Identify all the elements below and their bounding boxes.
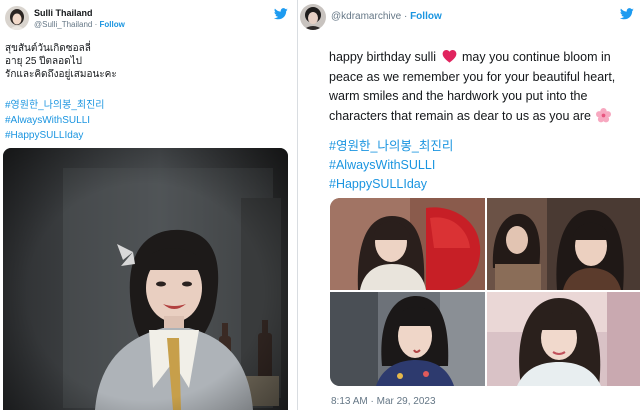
- heart-emoji-icon: [442, 49, 456, 63]
- tweet-time: 8:13 AM: [331, 396, 368, 407]
- tweet-timestamp[interactable]: 8:13 AM · Mar 29, 2023: [331, 396, 436, 407]
- user-handle[interactable]: @Sulli_Thailand: [34, 20, 92, 29]
- user-handle[interactable]: @kdramarchive: [331, 11, 401, 22]
- tweet-card-kdramarchive: @kdramarchive · Follow happy birthday su…: [297, 0, 640, 410]
- separator-dot: ·: [403, 11, 408, 22]
- follow-button[interactable]: Follow: [100, 20, 125, 29]
- twitter-bird-icon[interactable]: [274, 8, 288, 20]
- tweet-header: @kdramarchive · Follow: [300, 4, 442, 30]
- tweet-line: peace as we remember you for your beauti…: [329, 69, 616, 84]
- tweet-card-sulli-thailand: Sulli Thailand @Sulli_Thailand · Follow …: [0, 0, 296, 410]
- tweet-line: happy birthday sulli: [329, 50, 437, 64]
- hashtag-link[interactable]: #HappySULLIday: [329, 175, 453, 194]
- tweet-media-grid: [330, 198, 640, 386]
- follow-button[interactable]: Follow: [410, 11, 442, 22]
- media-photo[interactable]: [330, 292, 485, 386]
- hashtag-list: #영원한_나의봉_최진리 #AlwaysWithSULLI #HappySULL…: [329, 137, 453, 194]
- tweet-line: warm smiles and the hardwork you put int…: [329, 89, 588, 103]
- avatar-sulli-thailand[interactable]: [5, 6, 29, 30]
- tweet-line: อายุ 25 ปีตลอดไป: [5, 56, 83, 67]
- twitter-bird-icon[interactable]: [620, 8, 634, 20]
- media-photo[interactable]: [487, 198, 640, 290]
- hashtag-link[interactable]: #AlwaysWithSULLI: [329, 156, 453, 175]
- cherry-blossom-emoji-icon: [596, 107, 612, 122]
- tweet-photo[interactable]: [3, 148, 288, 410]
- tweet-line: สุขสันต์วันเกิดซอลลี่: [5, 43, 91, 54]
- tweet-line: characters that remain as dear to us as …: [329, 108, 591, 123]
- hashtag-list: #영원한_나의봉_최진리 #AlwaysWithSULLI #HappySULL…: [5, 98, 105, 143]
- tweet-text: happy birthday sulli may you continue bl…: [329, 48, 615, 126]
- tweet-line: may you continue bloom in: [461, 50, 611, 64]
- hashtag-link[interactable]: #AlwaysWithSULLI: [5, 113, 105, 128]
- tweet-line: รักและคิดถึงอยู่เสมอนะคะ: [5, 69, 117, 80]
- tweet-text: สุขสันต์วันเกิดซอลลี่ อายุ 25 ปีตลอดไป ร…: [5, 42, 117, 81]
- hashtag-link[interactable]: #영원한_나의봉_최진리: [5, 98, 105, 113]
- separator-dot: ·: [94, 19, 98, 29]
- media-photo[interactable]: [487, 292, 640, 386]
- hashtag-link[interactable]: #HappySULLIday: [5, 128, 105, 143]
- tweet-date: Mar 29, 2023: [376, 396, 436, 407]
- avatar-kdramarchive[interactable]: [300, 4, 326, 30]
- separator-dot: ·: [370, 396, 374, 407]
- display-name[interactable]: Sulli Thailand: [34, 7, 125, 19]
- media-photo[interactable]: [330, 198, 485, 290]
- hashtag-link[interactable]: #영원한_나의봉_최진리: [329, 137, 453, 156]
- tweet-header: Sulli Thailand @Sulli_Thailand · Follow: [5, 6, 125, 30]
